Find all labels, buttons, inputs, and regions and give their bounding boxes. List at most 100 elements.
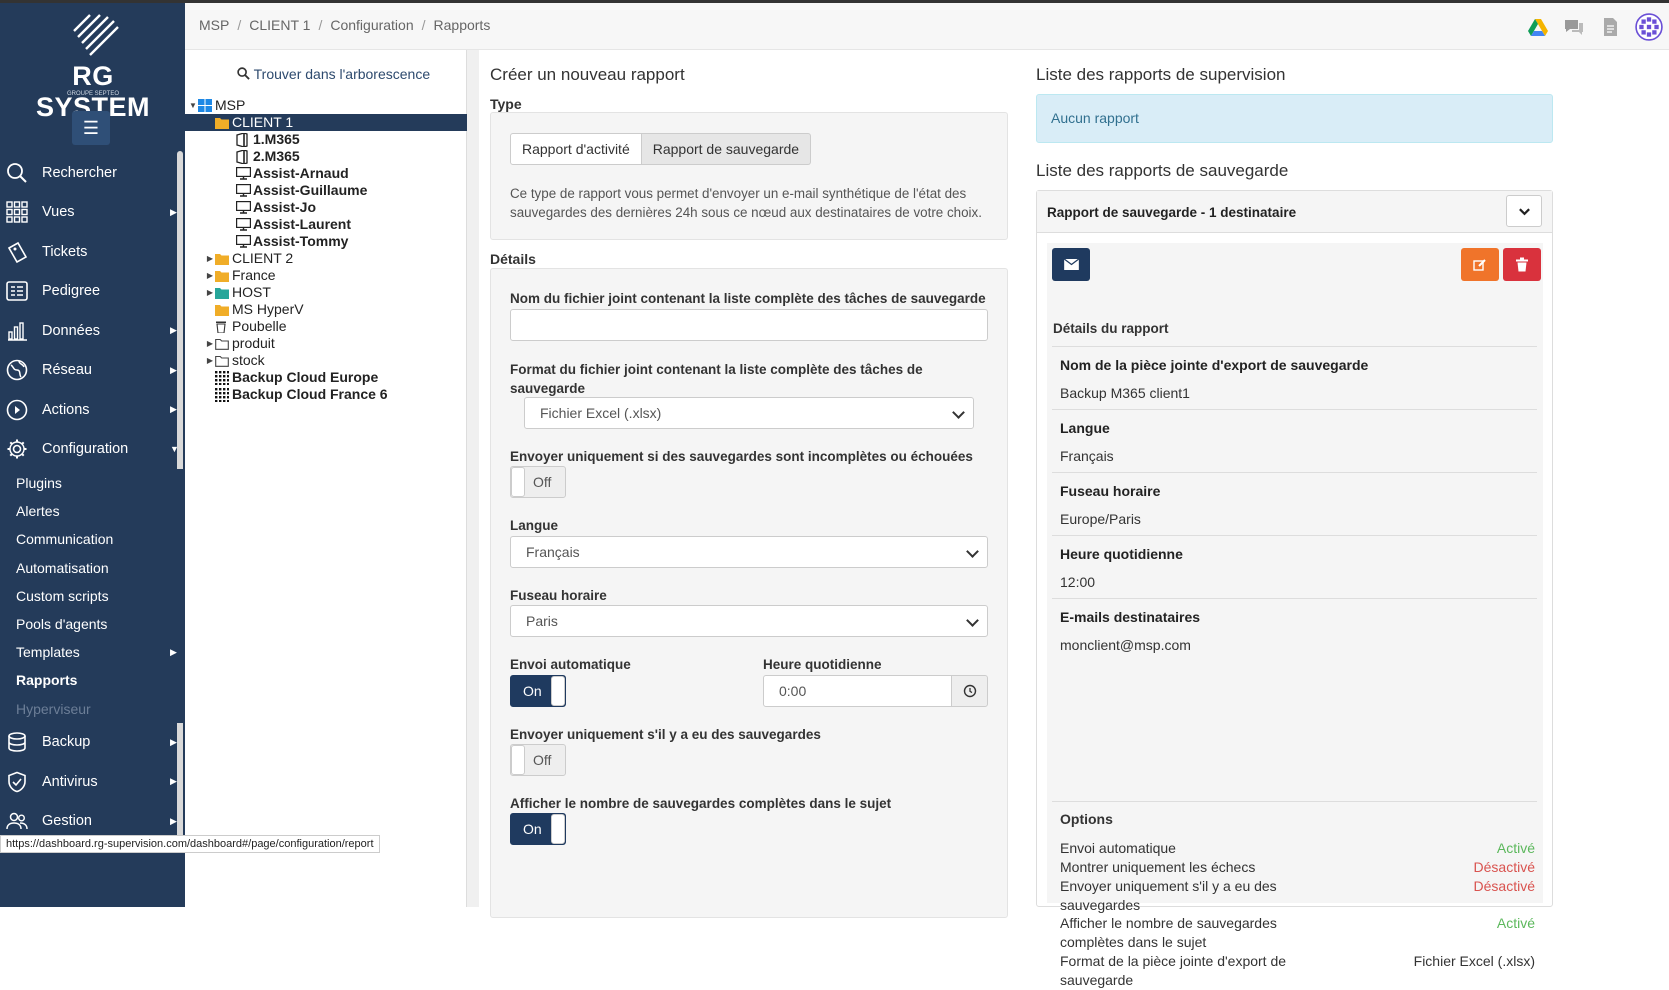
backup-report-title: Rapport de sauvegarde - 1 destinataire — [1047, 205, 1297, 220]
detail-row: Nom de la pièce jointe d'export de sauve… — [1052, 346, 1537, 409]
type-description-line1: Ce type de rapport vous permet d'envoyer… — [510, 186, 967, 201]
tree-node-label: 1.M365 — [253, 131, 300, 147]
tree-node[interactable]: 1.M365 — [185, 131, 467, 148]
breadcrumb-msp[interactable]: MSP — [199, 17, 229, 33]
menu-toggle-button[interactable]: ☰ — [72, 111, 110, 145]
option-label: Montrer uniquement les échecs — [1060, 859, 1256, 875]
expand-toggle-icon[interactable]: ▼ — [188, 97, 198, 114]
delete-button[interactable] — [1503, 248, 1541, 281]
sidebar-item-3[interactable]: Pedigree — [0, 272, 185, 312]
tree-node[interactable]: 2.M365 — [185, 148, 467, 165]
sidebar-bottom-item-0[interactable]: Backup ▶ — [0, 723, 185, 763]
sidebar-bottom-item-1[interactable]: Antivirus ▶ — [0, 762, 185, 802]
sidebar-item-5[interactable]: Réseau ▶ — [0, 351, 185, 391]
tree-node[interactable]: Poubelle — [185, 318, 467, 335]
tree-node[interactable]: ▶ produit — [185, 335, 467, 352]
sidebar-item-7[interactable]: Configuration ▼ — [0, 430, 185, 470]
only-if-backups-toggle[interactable]: Off — [510, 744, 566, 776]
sidebar-item-label: Backup — [42, 734, 91, 751]
chat-icon[interactable] — [1563, 16, 1585, 38]
backup-report-header[interactable]: Rapport de sauvegarde - 1 destinataire — [1037, 191, 1552, 233]
tree-node[interactable]: ▶ CLIENT 2 — [185, 250, 467, 267]
filename-label: Nom du fichier joint contenant la liste … — [510, 291, 986, 306]
filename-input[interactable] — [510, 309, 988, 341]
find-in-tree-link[interactable]: Trouver dans l'arborescence — [237, 66, 430, 82]
sidebar-item-label: Gestion — [42, 813, 92, 830]
tree-node-label: HOST — [232, 284, 271, 300]
only-if-backups-toggle-label: Off — [533, 752, 552, 768]
sidebar-subitem-0[interactable]: Plugins — [0, 469, 185, 497]
tree-node[interactable]: Assist-Laurent — [185, 216, 467, 233]
tree-node[interactable]: Backup Cloud Europe — [185, 369, 467, 386]
format-select[interactable]: Fichier Excel (.xlsx) — [524, 397, 974, 429]
sidebar-subitem-3[interactable]: Automatisation — [0, 554, 185, 582]
trash-icon — [1516, 257, 1528, 272]
sidebar-subitem-4[interactable]: Custom scripts — [0, 582, 185, 610]
list-icon — [6, 281, 28, 302]
tree-node[interactable]: ▶ HOST — [185, 284, 467, 301]
clock-icon — [963, 684, 977, 698]
sidebar-subitem-7[interactable]: Rapports — [0, 666, 185, 694]
daily-time-input[interactable]: 0:00 — [763, 675, 952, 707]
clock-button[interactable] — [951, 675, 988, 707]
options-divider — [1052, 801, 1537, 802]
tree-node[interactable]: ▼ MSP — [185, 97, 467, 114]
database-icon — [8, 732, 26, 753]
auto-send-toggle[interactable]: On — [510, 675, 566, 707]
sidebar-subitem-1[interactable]: Alertes — [0, 497, 185, 525]
sidebar-subitem-2[interactable]: Communication — [0, 525, 185, 553]
sidebar-item-1[interactable]: Vues ▶ — [0, 193, 185, 233]
dots-icon — [215, 388, 230, 403]
expand-toggle-icon[interactable]: ▶ — [205, 250, 215, 267]
type-label: Type — [490, 96, 522, 112]
tree-node-label: Assist-Tommy — [253, 233, 349, 249]
expand-toggle-icon[interactable]: ▶ — [205, 352, 215, 369]
search-icon — [237, 67, 250, 80]
tree-node[interactable]: Assist-Guillaume — [185, 182, 467, 199]
option-label-cont: complètes dans le sujet — [1060, 934, 1207, 950]
tree-node[interactable]: ▶ stock — [185, 352, 467, 369]
tree-node[interactable]: Backup Cloud France 6 — [185, 386, 467, 403]
logo[interactable]: RG SYSTEM GROUPE SEPTEO — [18, 11, 168, 122]
document-icon[interactable] — [1599, 16, 1621, 38]
tree-node[interactable]: Assist-Arnaud — [185, 165, 467, 182]
backup-report-button[interactable]: Rapport de sauvegarde — [641, 133, 812, 165]
tree-node[interactable]: MS HyperV — [185, 301, 467, 318]
sidebar-item-4[interactable]: Données ▶ — [0, 311, 185, 351]
dots-icon — [215, 371, 230, 386]
detail-key: Heure quotidienne — [1060, 546, 1183, 562]
breadcrumb-client[interactable]: CLIENT 1 — [249, 17, 310, 33]
format-label: Format du fichier joint contenant la lis… — [510, 360, 923, 398]
option-row: Afficher le nombre de sauvegardes complèt… — [1060, 914, 1535, 952]
activity-report-button[interactable]: Rapport d'activité — [510, 133, 642, 165]
expand-toggle-icon[interactable]: ▶ — [205, 335, 215, 352]
folder-icon — [215, 269, 229, 282]
detail-value: Backup M365 client1 — [1060, 385, 1190, 401]
tree-node[interactable]: Assist-Jo — [185, 199, 467, 216]
collapse-button[interactable] — [1506, 195, 1542, 227]
tree-node-label: France — [232, 267, 276, 283]
sidebar-item-6[interactable]: Actions ▶ — [0, 390, 185, 430]
expand-toggle-icon[interactable]: ▶ — [205, 284, 215, 301]
caret-right-icon: ▶ — [170, 364, 177, 375]
show-count-toggle[interactable]: On — [510, 813, 566, 845]
sidebar-item-2[interactable]: Tickets — [0, 232, 185, 272]
tree-node[interactable]: CLIENT 1 — [185, 114, 467, 131]
sidebar-subitem-6[interactable]: Templates ▶ — [0, 638, 185, 666]
windows-icon — [198, 99, 212, 112]
drive-icon[interactable] — [1527, 16, 1549, 38]
breadcrumb-configuration[interactable]: Configuration — [330, 17, 413, 33]
avatar-icon[interactable] — [1635, 13, 1663, 41]
send-email-button[interactable] — [1052, 248, 1090, 281]
sidebar-item-0[interactable]: Rechercher — [0, 153, 185, 193]
timezone-select[interactable]: Paris — [510, 605, 988, 637]
language-select[interactable]: Français — [510, 536, 988, 568]
tree-node[interactable]: Assist-Tommy — [185, 233, 467, 250]
sidebar-subitem-8[interactable]: Hyperviseur — [0, 695, 185, 723]
expand-toggle-icon[interactable]: ▶ — [205, 267, 215, 284]
tree-node[interactable]: ▶ France — [185, 267, 467, 284]
incomplete-toggle[interactable]: Off — [510, 466, 566, 498]
option-row: Envoyer uniquement s'il y a eu des sauveg… — [1060, 877, 1535, 915]
edit-button[interactable] — [1461, 248, 1499, 281]
sidebar-subitem-5[interactable]: Pools d'agents — [0, 610, 185, 638]
